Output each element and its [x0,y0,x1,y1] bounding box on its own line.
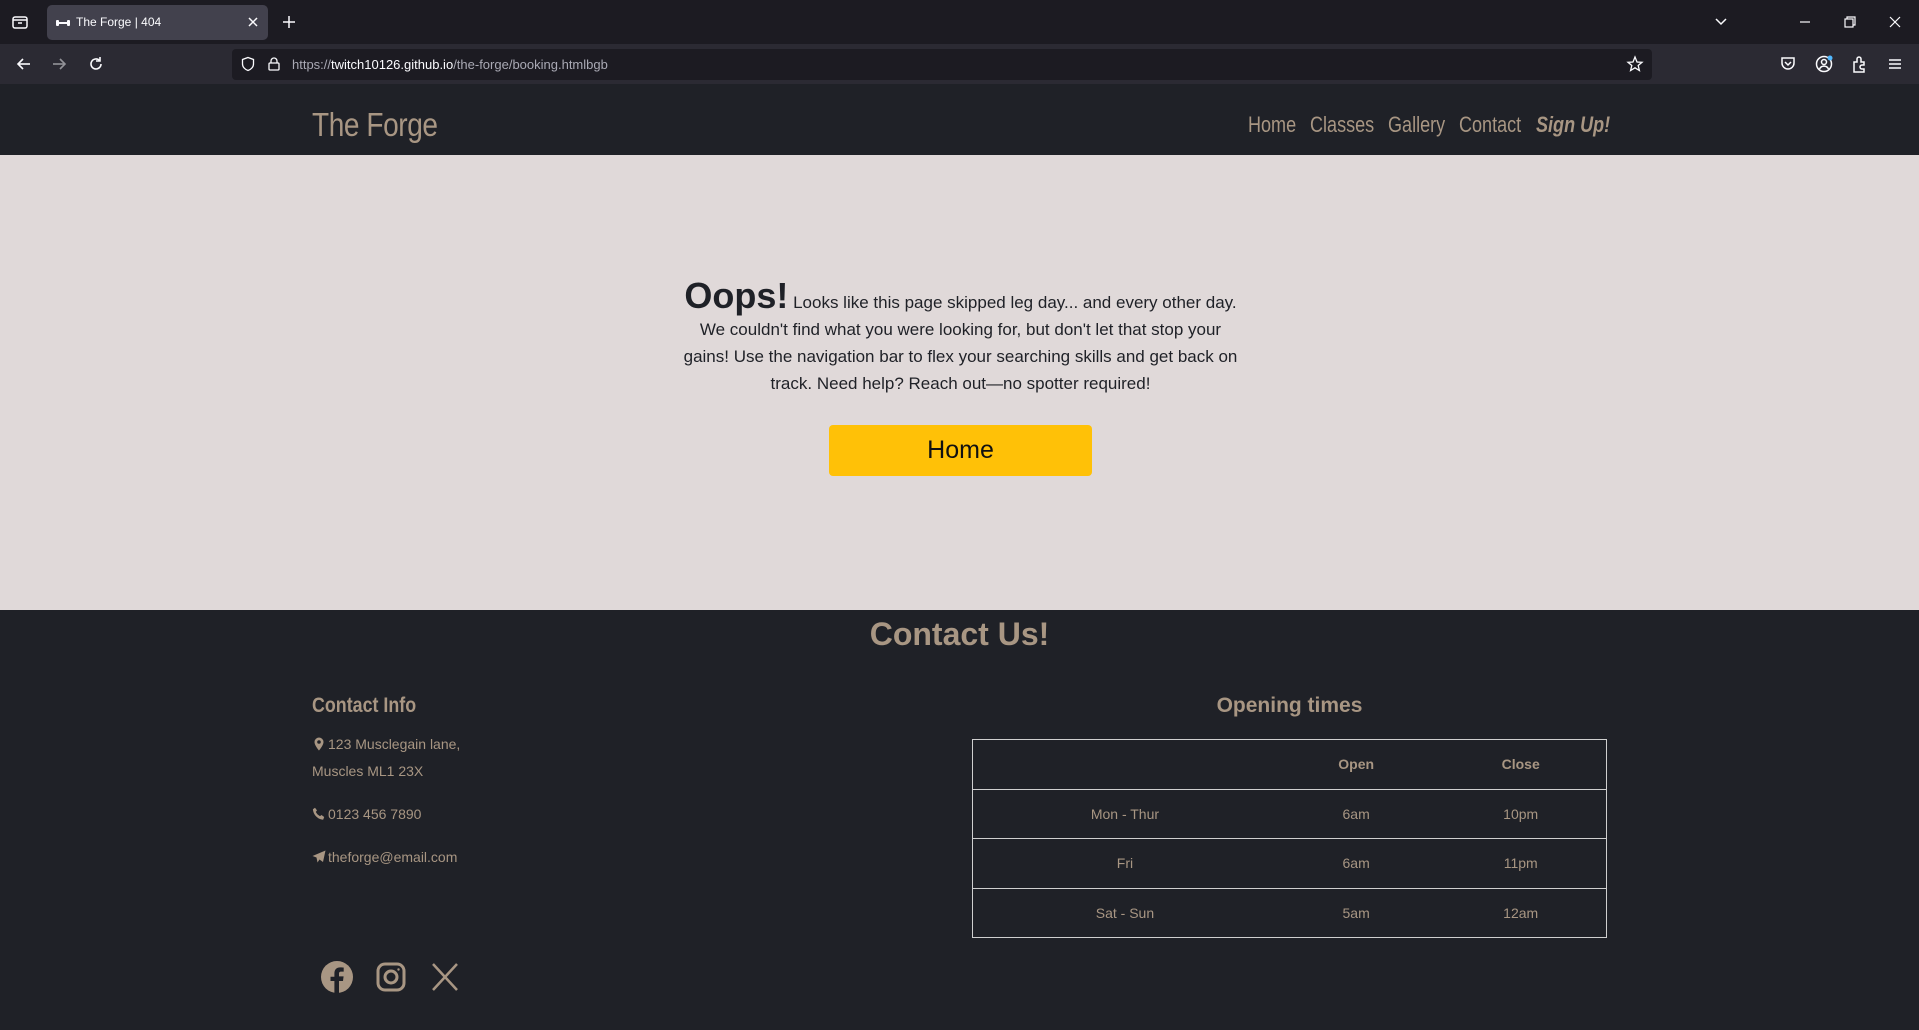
email-line: theforge@email.com [312,849,457,865]
facebook-icon[interactable] [320,960,354,994]
minimize-icon[interactable] [1796,13,1814,31]
restore-icon[interactable] [1841,13,1859,31]
table-cell: Mon - Thur [971,788,1277,839]
new-tab-icon[interactable] [280,13,298,31]
close-tab-icon[interactable] [246,15,260,29]
account-icon[interactable] [1814,54,1834,74]
address-line-2: Muscles ML1 23X [312,763,423,779]
back-icon[interactable] [14,54,34,74]
contact-info-title: Contact Info [312,694,417,717]
table-cell: Fri [971,838,1277,889]
url-text[interactable]: https://twitch10126.github.io/the-forge/… [292,57,608,72]
map-pin-icon [314,737,324,751]
browser-tab-bar: The Forge | 404 [0,0,1919,44]
table-cell: 10pm [1435,788,1608,839]
address-line-1: 123 Musclegain lane, [312,736,460,752]
table-header-row: Open Close [971,739,1608,790]
url-scheme: https:// [292,57,332,72]
opening-times-title: Opening times [1216,694,1363,717]
table-header-cell [971,739,1277,790]
nav-sign-up[interactable]: Sign Up! [1536,112,1610,138]
active-tab[interactable]: The Forge | 404 [47,5,268,40]
url-bar[interactable]: https://twitch10126.github.io/the-forge/… [232,49,1652,80]
contact-title: Contact Us! [869,616,1050,652]
table-cell: 11pm [1435,838,1608,889]
nav-home[interactable]: Home [1248,112,1296,138]
bookmark-star-icon[interactable] [1626,55,1644,73]
chevron-down-icon[interactable] [1712,13,1730,31]
table-cell: 12am [1435,887,1608,938]
nav-gallery[interactable]: Gallery [1388,112,1445,138]
close-window-icon[interactable] [1886,13,1904,31]
dumbbell-icon [56,20,70,26]
table-cell: Sat - Sun [971,887,1277,938]
error-message: Oops! Looks like this page skipped leg d… [683,278,1238,397]
table-header-cell: Close [1435,739,1608,790]
email-text[interactable]: theforge@email.com [328,849,457,865]
url-path: /the-forge/booking.htmlbgb [453,57,608,72]
paper-plane-icon [312,850,326,863]
tab-list-icon[interactable] [10,12,30,32]
lock-icon[interactable] [266,56,282,72]
home-button[interactable]: Home [829,425,1092,476]
reload-icon[interactable] [86,54,106,74]
phone-icon [312,807,325,820]
error-section: Oops! Looks like this page skipped leg d… [0,155,1919,610]
footer: Contact Us! Contact Info 123 Musclegain … [0,610,1919,1030]
table-row: Fri 6am 11pm [971,838,1608,889]
url-host: twitch10126.github.io [331,57,454,72]
table-cell: 5am [1276,887,1436,938]
address-text-2: Muscles ML1 23X [312,763,424,779]
extensions-icon[interactable] [1850,54,1870,74]
browser-toolbar: https://twitch10126.github.io/the-forge/… [0,44,1919,84]
nav-contact[interactable]: Contact [1459,112,1521,138]
tab-title: The Forge | 404 [76,15,162,29]
phone-line: 0123 456 7890 [312,806,421,822]
site-brand[interactable]: The Forge [312,106,438,144]
table-cell: 6am [1276,788,1436,839]
nav-classes[interactable]: Classes [1310,112,1374,138]
table-row: Mon - Thur 6am 10pm [971,788,1608,839]
pocket-icon[interactable] [1778,54,1798,74]
opening-times-table: Open Close Mon - Thur 6am 10pm Fri 6am 1… [971,739,1608,938]
menu-icon[interactable] [1885,54,1905,74]
shield-icon[interactable] [240,56,256,72]
table-row: Sat - Sun 5am 12am [971,887,1608,938]
error-heading: Oops! [684,275,789,316]
instagram-icon[interactable] [374,960,408,994]
phone-text: 0123 456 7890 [328,806,422,822]
forward-icon[interactable] [49,54,69,74]
table-header-cell: Open [1276,739,1436,790]
site-header: The Forge Home Classes Gallery Contact S… [0,84,1919,155]
table-cell: 6am [1276,838,1436,889]
x-icon[interactable] [428,960,462,994]
address-text-1: 123 Musclegain lane, [328,736,461,752]
